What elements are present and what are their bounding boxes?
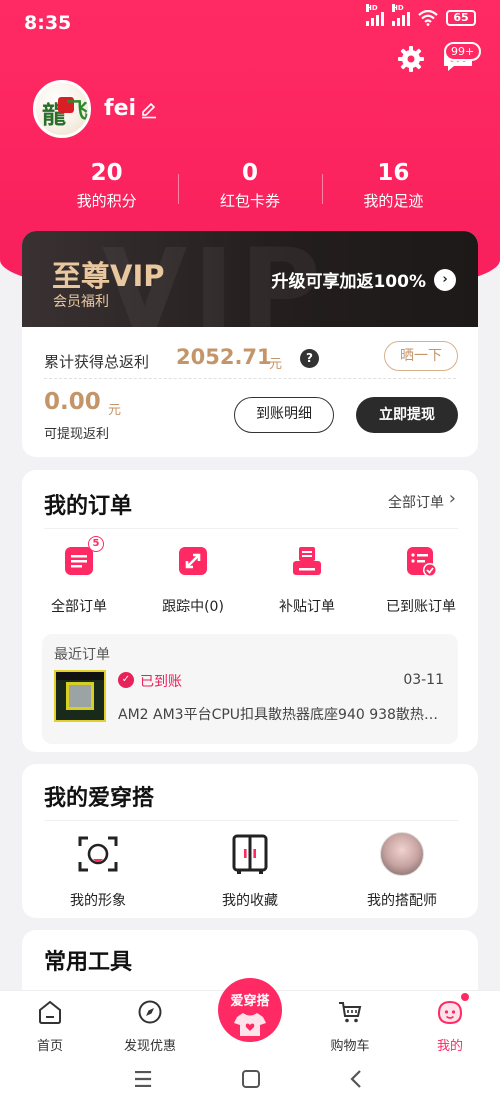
help-question-icon[interactable]: ? (300, 349, 319, 368)
vip-title: 至尊VIP (52, 259, 165, 293)
total-rebate-unit: 元 (269, 357, 283, 372)
styling-card: 我的爱穿搭 我的形象 我的收藏 我的搭配师 (22, 764, 478, 918)
stat-coupons-label: 红包卡券 (219, 192, 280, 210)
nav-center-label: 爱穿搭 (230, 994, 270, 1009)
order-status: 已到账 (140, 674, 182, 690)
my-stylist[interactable]: 我的搭配师 (326, 832, 478, 910)
withdraw-now-button[interactable]: 立即提现 (356, 397, 458, 433)
stats-row: 20 我的积分 0 红包卡券 16 我的足迹 (35, 160, 465, 211)
signal-icon: HD (366, 4, 384, 26)
total-rebate-amount: 2052.71 (176, 345, 272, 369)
recent-order-title: 最近订单 (54, 647, 110, 663)
my-favorites-label: 我的收藏 (222, 893, 278, 909)
all-orders-link[interactable]: 全部订单 (388, 492, 444, 512)
edit-pencil-icon[interactable] (140, 101, 158, 119)
wardrobe-icon (228, 832, 272, 876)
my-stylist-label: 我的搭配师 (367, 893, 437, 909)
vip-banner[interactable]: VIP 至尊VIP 会员福利 升级可享加返100% › (22, 231, 478, 353)
product-thumbnail (54, 670, 106, 722)
withdrawable-amount: 0.00 (44, 389, 101, 415)
order-count-badge: 5 (88, 536, 104, 552)
order-tracking-label: 跟踪中(0) (162, 599, 224, 615)
order-subsidy[interactable]: 补贴订单 (250, 544, 364, 616)
arrow-right-icon: › (434, 268, 456, 291)
home-square-icon[interactable] (236, 1068, 266, 1094)
tools-title: 常用工具 (44, 950, 133, 975)
user-avatar[interactable]: 龍 飞 (33, 80, 91, 138)
divider (44, 820, 458, 821)
username: fei (104, 96, 137, 121)
vip-upgrade-link[interactable]: 升级可享加返100% › (271, 267, 456, 292)
my-favorites[interactable]: 我的收藏 (174, 832, 326, 910)
my-image-label: 我的形象 (70, 893, 126, 909)
stylist-avatar (380, 832, 424, 876)
subsidy-printer-icon (290, 544, 324, 578)
tshirt-heart-icon (234, 1013, 266, 1036)
signal-label-2: HD (392, 4, 404, 12)
divider (44, 378, 456, 379)
order-all-label: 全部订单 (51, 599, 107, 615)
order-tracking[interactable]: 跟踪中(0) (136, 544, 250, 616)
stat-points-value: 20 (90, 160, 123, 186)
face-scan-icon (76, 832, 120, 876)
check-circle-icon: ✓ (118, 672, 134, 688)
vip-card: VIP 至尊VIP 会员福利 升级可享加返100% › 累计获得总返利 2052… (22, 231, 478, 457)
my-image[interactable]: 我的形象 (22, 832, 174, 910)
nav-cart[interactable]: 购物车 (300, 999, 400, 1054)
order-arrived-label: 已到账订单 (386, 599, 456, 615)
system-navigation-bar: ☰ (0, 1052, 500, 1111)
stat-footprints[interactable]: 16 我的足迹 (321, 160, 465, 211)
shopping-cart-icon (339, 1002, 362, 1023)
signal-label: HD (366, 4, 378, 12)
share-button[interactable]: 晒一下 (384, 341, 458, 371)
order-subsidy-label: 补贴订单 (279, 599, 335, 615)
order-list-icon: 5 (62, 536, 104, 578)
nav-home[interactable]: 首页 (0, 999, 100, 1054)
vip-upgrade-text: 升级可享加返100% (271, 272, 426, 292)
total-rebate-label: 累计获得总返利 (44, 353, 150, 371)
stat-footprints-label: 我的足迹 (363, 192, 424, 210)
tracking-arrows-icon (176, 544, 210, 578)
battery-icon: 65 (446, 10, 476, 26)
stat-coupons[interactable]: 0 红包卡券 (178, 160, 321, 211)
settings-gear-icon[interactable] (396, 44, 426, 74)
vip-subtitle: 会员福利 (53, 294, 109, 310)
menu-lines-icon[interactable]: ☰ (128, 1068, 158, 1094)
orders-card: 我的订单 全部订单 › 5 全部订单 跟踪中(0) 补贴订单 已到账订单 最近订… (22, 470, 478, 752)
recent-order[interactable]: 最近订单 ✓ 已到账 03-11 AM2 AM3平台CPU扣具散热器底座940 … (42, 634, 458, 744)
divider (44, 528, 458, 529)
nav-mine[interactable]: 我的 (400, 999, 500, 1054)
order-all[interactable]: 5 全部订单 (22, 536, 136, 616)
wifi-icon (418, 10, 438, 26)
status-time: 8:35 (24, 12, 72, 34)
order-arrived[interactable]: 已到账订单 (364, 544, 478, 616)
withdrawable-label: 可提现返利 (44, 427, 110, 442)
order-date: 03-11 (403, 672, 444, 688)
home-icon (39, 1000, 61, 1024)
mine-face-icon (437, 1000, 463, 1025)
nav-styling-center-button[interactable]: 爱穿搭 (218, 978, 282, 1042)
stat-points-label: 我的积分 (76, 192, 137, 210)
styling-title: 我的爱穿搭 (44, 786, 155, 811)
order-product-name: AM2 AM3平台CPU扣具散热器底座940 938散热器支架 (118, 707, 438, 723)
nav-discover[interactable]: 发现优惠 (100, 999, 200, 1054)
stat-points[interactable]: 20 我的积分 (35, 160, 178, 211)
signal-icon-2: HD (392, 4, 410, 26)
status-bar: 8:35 HD HD 65 (0, 0, 500, 46)
chevron-right-icon[interactable]: › (449, 488, 456, 509)
arrival-detail-button[interactable]: 到账明细 (234, 397, 334, 433)
orders-title: 我的订单 (44, 494, 133, 519)
arrived-check-icon (404, 544, 438, 578)
back-arrow-icon[interactable] (342, 1068, 372, 1094)
notification-dot (461, 993, 469, 1001)
stat-footprints-value: 16 (377, 160, 410, 186)
compass-icon (138, 1000, 162, 1024)
withdrawable-unit: 元 (108, 403, 122, 418)
messages-badge: 99+ (444, 42, 482, 61)
messages-button[interactable]: 99+ (440, 42, 482, 74)
stat-coupons-value: 0 (241, 160, 258, 186)
